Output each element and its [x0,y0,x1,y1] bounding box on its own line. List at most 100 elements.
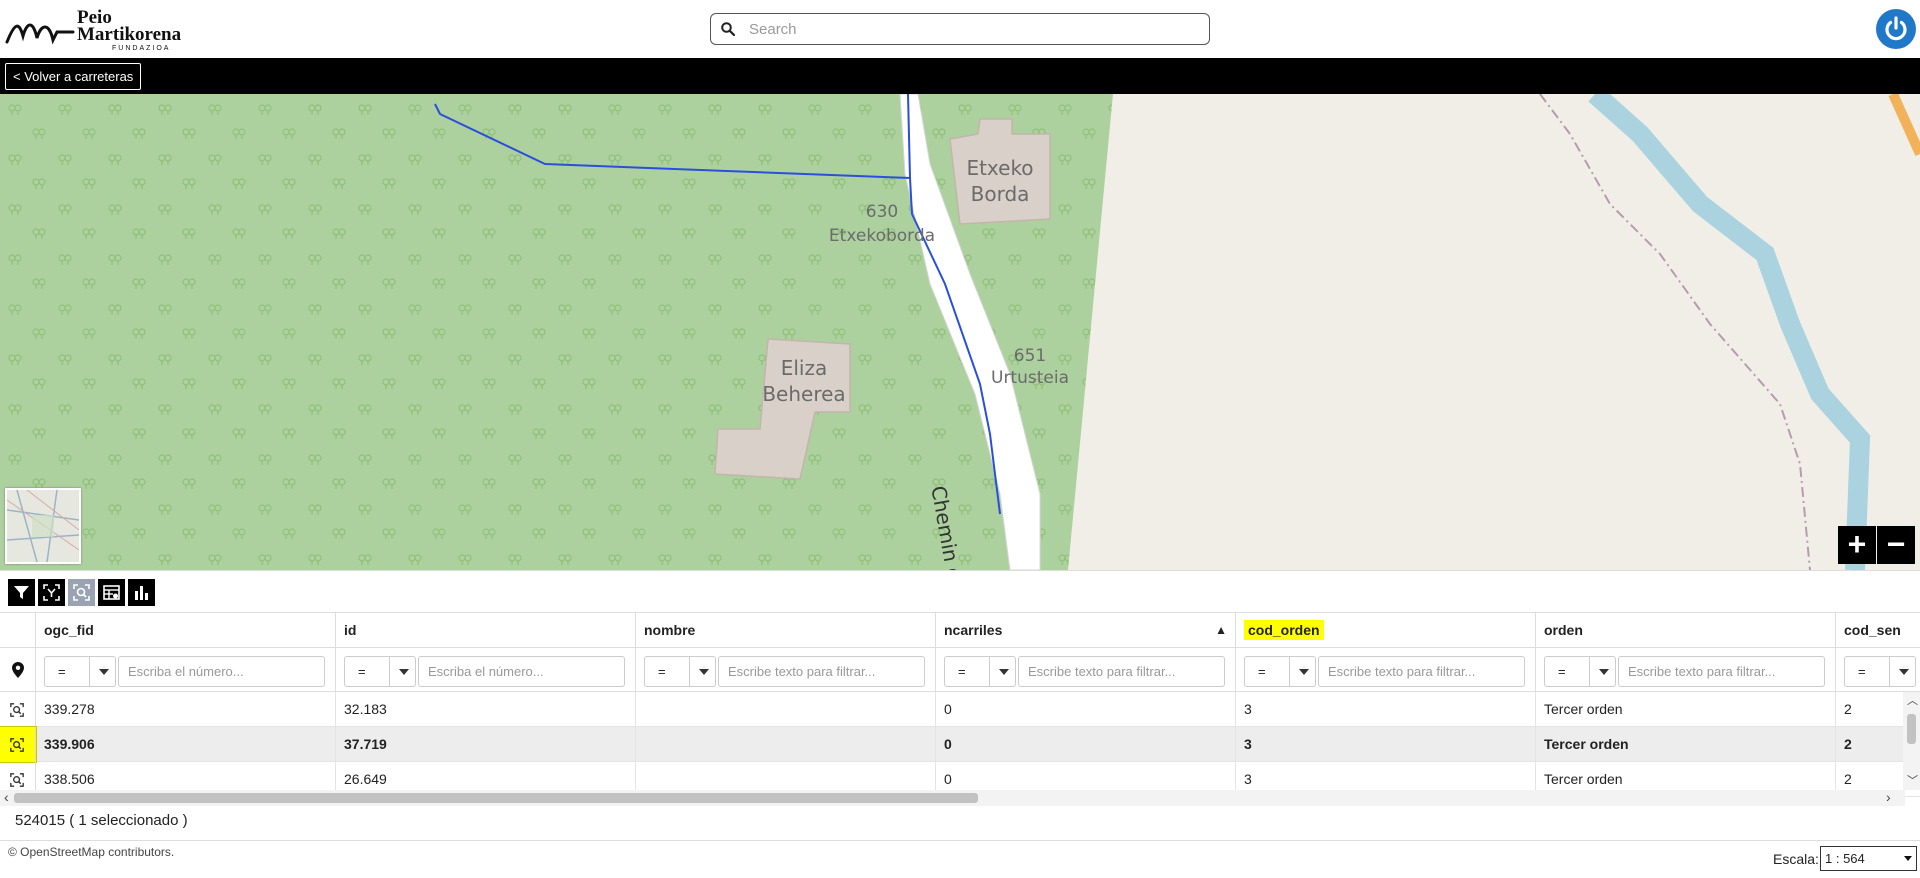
logo-name-line2: Martikorena [77,24,182,45]
table-corner [0,612,36,648]
back-to-roads-button[interactable]: < Volver a carreteras [5,63,142,90]
filter-input-orden[interactable]: Escribe texto para filtrar... [1618,656,1825,687]
table-settings-icon [103,585,120,600]
cell-cod-sen: 2 [1844,701,1852,717]
chevron-down-icon [689,657,717,686]
map-footer: © OpenStreetMap contributors. Escala: 1 … [0,840,1920,878]
cell-cod-sen: 2 [1844,736,1852,752]
search-input[interactable] [749,18,1199,40]
cell-ncarriles: 0 [936,692,1236,727]
zoom-out-button[interactable]: − [1877,526,1915,564]
operator-select-orden[interactable]: = [1544,656,1616,687]
vertical-scroll-thumb[interactable] [1907,714,1916,744]
operator-select-ogc-fid[interactable]: = [44,656,116,687]
cell-id: 37.719 [336,727,636,762]
filter-row: = Escriba el número... = Escriba el núme… [0,648,1920,692]
row-count: 524015 ( 1 seleccionado ) [15,812,188,829]
filter-cell-ogc-fid: = Escriba el número... [36,648,336,692]
overview-map[interactable] [5,488,81,564]
power-icon [1885,16,1907,41]
zoom-to-selection-button[interactable] [68,579,95,606]
cell-ogc-fid: 339.906 [36,727,336,762]
select-features-button[interactable] [38,579,65,606]
filter-input-nombre[interactable]: Escribe texto para filtrar... [718,656,925,687]
overview-map-thumbnail [7,490,79,562]
column-header-ncarriles[interactable]: ncarriles ▲ [936,612,1236,648]
zoom-to-row-button[interactable] [0,692,36,727]
chart-icon [135,586,148,600]
column-header-nombre[interactable]: nombre [636,612,936,648]
sort-ascending-icon: ▲ [1215,623,1227,637]
table-vertical-scrollbar[interactable]: ︿ ﹀ [1903,692,1920,790]
zoom-to-feature-icon [10,738,24,752]
map-canvas[interactable] [0,94,1920,570]
map-view[interactable]: Etxeko Borda 630 Etxekoborda Eliza Beher… [0,94,1920,570]
filter-cell-id: = Escriba el número... [336,648,636,692]
cell-orden: Tercer orden [1536,727,1836,762]
filter-cell-ncarriles: = Escribe texto para filtrar... [936,648,1236,692]
operator-select-id[interactable]: = [344,656,416,687]
column-header-cod-orden[interactable]: cod_orden [1236,612,1536,648]
scale-label: Escala: [1773,851,1819,867]
map-pin-icon [12,662,24,678]
column-header-id[interactable]: id [336,612,636,648]
power-button[interactable] [1876,9,1916,49]
filter-button[interactable] [8,579,35,606]
cell-ncarriles: 0 [936,727,1236,762]
chevron-down-icon [1889,657,1917,686]
zoom-to-selection-icon [73,584,90,601]
scale-select[interactable]: 1 : 564 [1820,846,1917,871]
operator-select-ncarriles[interactable]: = [944,656,1016,687]
cell-orden: Tercer orden [1536,692,1836,727]
app-header: Peio Martikorena FUNDAZIOA [0,0,1920,58]
cell-nombre [636,692,936,727]
logo-mark-icon [5,23,75,45]
filter-input-ncarriles[interactable]: Escribe texto para filtrar... [1018,656,1225,687]
cell-cod-orden: 3 [1236,692,1536,727]
operator-select-nombre[interactable]: = [644,656,716,687]
column-header-ogc-fid[interactable]: ogc_fid [36,612,336,648]
map-attribution: © OpenStreetMap contributors. [8,845,175,859]
filter-input-cod-orden[interactable]: Escribe texto para filtrar... [1318,656,1525,687]
filter-cell-cod-orden: = Escribe texto para filtrar... [1236,648,1536,692]
cell-id: 32.183 [336,692,636,727]
scroll-right-icon[interactable]: › [1886,789,1891,805]
chevron-down-icon [989,657,1017,686]
cell-ogc-fid: 339.278 [36,692,336,727]
cell-cod-orden: 3 [1236,727,1536,762]
filter-icon [14,586,29,599]
select-features-icon [43,584,60,601]
logo[interactable]: Peio Martikorena FUNDAZIOA [5,8,182,52]
filter-cell-nombre: = Escribe texto para filtrar... [636,648,936,692]
filter-input-ogc-fid[interactable]: Escriba el número... [118,656,325,687]
table-row[interactable]: 339.278 32.183 0 3 Tercer orden 2 [0,692,1920,727]
horizontal-scroll-thumb[interactable] [14,793,978,803]
zoom-to-feature-icon [10,703,24,717]
zoom-in-button[interactable]: + [1838,526,1876,564]
table-settings-button[interactable] [98,579,125,606]
chart-button[interactable] [128,579,155,606]
filter-locate-cell[interactable] [0,648,36,692]
operator-select-cod-orden[interactable]: = [1244,656,1316,687]
column-header-orden[interactable]: orden [1536,612,1836,648]
zoom-to-feature-icon [10,773,24,787]
zoom-to-row-button[interactable] [0,726,37,763]
filter-cell-orden: = Escribe texto para filtrar... [1536,648,1836,692]
operator-select-cod-sen[interactable]: = [1844,656,1916,687]
logo-subtitle: FUNDAZIOA [112,45,171,52]
search-icon [721,22,735,36]
chevron-down-icon [1589,657,1617,686]
scroll-up-icon[interactable]: ︿ [1907,692,1918,708]
top-bar: < Volver a carreteras [0,58,1920,94]
filter-input-id[interactable]: Escriba el número... [418,656,625,687]
table-row-selected[interactable]: 339.906 37.719 0 3 Tercer orden 2 [0,726,1920,763]
chevron-down-icon [89,657,117,686]
scroll-left-icon[interactable]: ‹ [4,789,9,805]
cell-nombre [636,727,936,762]
scroll-down-icon[interactable]: ﹀ [1907,772,1918,788]
chevron-down-icon [389,657,417,686]
chevron-down-icon [1904,856,1912,861]
chevron-down-icon [1289,657,1317,686]
column-header-cod-sen[interactable]: cod_sen [1836,612,1920,648]
table-horizontal-scrollbar[interactable]: ‹ › [0,789,1905,806]
